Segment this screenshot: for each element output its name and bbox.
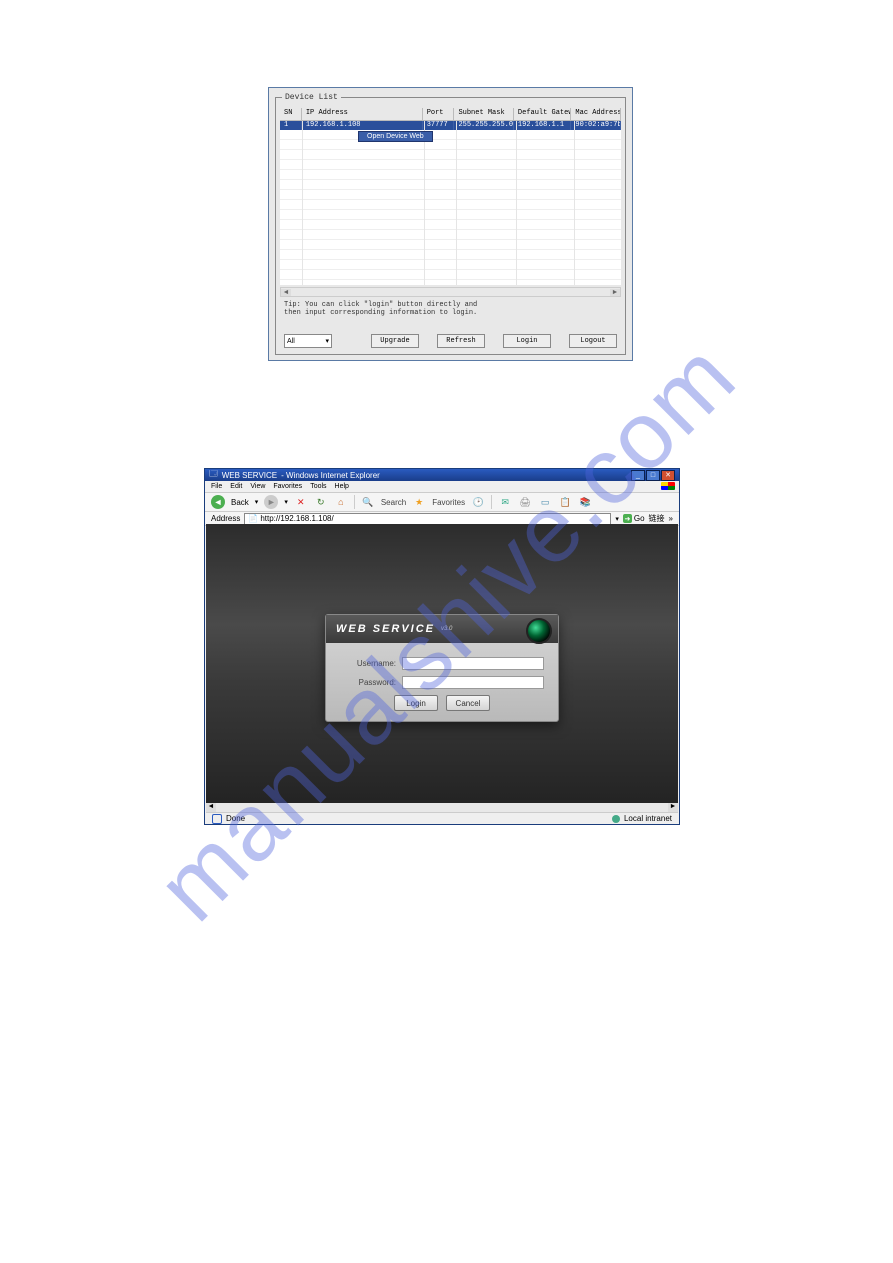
page-icon: 📄 bbox=[248, 514, 258, 523]
title-prefix: WEB SERVICE bbox=[222, 471, 277, 480]
filter-select[interactable]: All ▾ bbox=[284, 334, 332, 348]
ie-page-icon: 🗔 bbox=[209, 468, 218, 482]
table-gridlines bbox=[280, 130, 621, 285]
edit-icon[interactable]: ▭ bbox=[538, 495, 552, 509]
button-row: All ▾ Upgrade Refresh Login Logout bbox=[284, 334, 617, 348]
mail-icon[interactable]: ✉ bbox=[498, 495, 512, 509]
menu-file[interactable]: File bbox=[211, 483, 222, 490]
device-list-legend: Device List bbox=[282, 93, 341, 102]
status-zone: Local intranet bbox=[624, 814, 672, 823]
zone-icon bbox=[612, 815, 620, 823]
col-gateway[interactable]: Default Gateway bbox=[514, 108, 572, 120]
login-submit-button[interactable]: Login bbox=[394, 695, 438, 711]
username-label: Username: bbox=[340, 659, 396, 668]
login-title: WEB SERVICE bbox=[336, 623, 435, 635]
menu-favorites[interactable]: Favorites bbox=[273, 483, 302, 490]
title-suffix: - Windows Internet Explorer bbox=[281, 471, 380, 480]
back-chevron-icon[interactable]: ▾ bbox=[255, 498, 259, 506]
context-menu-open-web[interactable]: Open Device Web bbox=[358, 131, 433, 142]
menu-edit[interactable]: Edit bbox=[230, 483, 242, 490]
refresh-button[interactable]: Refresh bbox=[437, 334, 485, 348]
links-chevron-icon[interactable]: » bbox=[669, 514, 673, 523]
device-list-window: Device List SN IP Address Port Subnet Ma… bbox=[268, 87, 633, 361]
chevron-down-icon: ▾ bbox=[325, 337, 329, 345]
login-panel: WEB SERVICE v3.0 Username: Password: Log… bbox=[325, 614, 559, 722]
username-input[interactable] bbox=[402, 657, 544, 670]
col-port[interactable]: Port bbox=[423, 108, 455, 120]
back-label: Back bbox=[231, 498, 249, 507]
history-icon[interactable]: 🕑 bbox=[471, 495, 485, 509]
col-mac[interactable]: Mac Address bbox=[571, 108, 621, 120]
favorites-icon[interactable]: ★ bbox=[412, 495, 426, 509]
menu-tools[interactable]: Tools bbox=[310, 483, 326, 490]
password-label: Password: bbox=[340, 678, 396, 687]
device-table[interactable]: SN IP Address Port Subnet Mask Default G… bbox=[280, 108, 621, 285]
viewport-scroll-left-icon[interactable]: ◄ bbox=[206, 803, 216, 812]
col-subnet[interactable]: Subnet Mask bbox=[454, 108, 513, 120]
address-value: http://192.168.1.108/ bbox=[260, 514, 333, 523]
done-icon bbox=[212, 814, 222, 824]
address-label: Address bbox=[211, 514, 240, 523]
browser-toolbar: ◄ Back ▾ ► ▾ ✕ ↻ ⌂ 🔍 Search ★ Favorites … bbox=[205, 493, 679, 512]
favorites-label[interactable]: Favorites bbox=[432, 498, 465, 507]
camera-lens-icon bbox=[526, 618, 552, 644]
address-input[interactable]: 📄 http://192.168.1.108/ bbox=[244, 513, 611, 525]
home-button[interactable]: ⌂ bbox=[334, 495, 348, 509]
viewport-scroll-right-icon[interactable]: ► bbox=[668, 803, 678, 812]
device-list-fieldset: Device List SN IP Address Port Subnet Ma… bbox=[275, 93, 626, 355]
search-icon[interactable]: 🔍 bbox=[361, 495, 375, 509]
forward-button[interactable]: ► bbox=[264, 495, 278, 509]
windows-flag-icon bbox=[661, 482, 675, 490]
upgrade-button[interactable]: Upgrade bbox=[371, 334, 419, 348]
tip-text: Tip: You can click "login" button direct… bbox=[284, 301, 617, 318]
logout-button[interactable]: Logout bbox=[569, 334, 617, 348]
status-bar: Done Local intranet bbox=[206, 812, 678, 824]
login-version: v3.0 bbox=[441, 626, 452, 632]
print-icon[interactable]: 🖨 bbox=[518, 495, 532, 509]
filter-value: All bbox=[287, 338, 295, 345]
address-chevron-icon[interactable]: ▾ bbox=[615, 515, 619, 523]
login-button[interactable]: Login bbox=[503, 334, 551, 348]
scroll-right-icon[interactable]: ► bbox=[610, 289, 620, 296]
viewport-scrollbar[interactable]: ◄ ► bbox=[206, 803, 678, 812]
go-arrow-icon: ➜ bbox=[623, 514, 632, 523]
fwd-chevron-icon[interactable]: ▾ bbox=[284, 498, 288, 506]
browser-titlebar[interactable]: 🗔 WEB SERVICE - Windows Internet Explore… bbox=[205, 469, 679, 481]
go-button[interactable]: ➜ Go bbox=[623, 514, 645, 523]
browser-window: 🗔 WEB SERVICE - Windows Internet Explore… bbox=[204, 468, 680, 825]
menu-help[interactable]: Help bbox=[335, 483, 349, 490]
refresh-button-toolbar[interactable]: ↻ bbox=[314, 495, 328, 509]
clipboard-icon[interactable]: 📋 bbox=[558, 495, 572, 509]
research-icon[interactable]: 📚 bbox=[578, 495, 592, 509]
horizontal-scrollbar[interactable]: ◄ ► bbox=[280, 287, 621, 297]
device-table-header: SN IP Address Port Subnet Mask Default G… bbox=[280, 108, 621, 121]
login-cancel-button[interactable]: Cancel bbox=[446, 695, 490, 711]
browser-menubar: File Edit View Favorites Tools Help bbox=[205, 481, 679, 493]
login-header: WEB SERVICE v3.0 bbox=[326, 615, 558, 643]
links-label[interactable]: 链接 bbox=[649, 513, 665, 524]
status-done: Done bbox=[226, 814, 245, 823]
browser-viewport: WEB SERVICE v3.0 Username: Password: Log… bbox=[206, 524, 678, 812]
col-ip[interactable]: IP Address bbox=[302, 108, 423, 120]
minimize-button[interactable]: _ bbox=[631, 470, 645, 481]
maximize-button[interactable]: □ bbox=[646, 470, 660, 481]
close-button[interactable]: ✕ bbox=[661, 470, 675, 481]
scroll-left-icon[interactable]: ◄ bbox=[281, 289, 291, 296]
col-sn[interactable]: SN bbox=[280, 108, 302, 120]
back-button[interactable]: ◄ bbox=[211, 495, 225, 509]
password-input[interactable] bbox=[402, 676, 544, 689]
search-label[interactable]: Search bbox=[381, 498, 406, 507]
stop-button[interactable]: ✕ bbox=[294, 495, 308, 509]
menu-view[interactable]: View bbox=[250, 483, 265, 490]
